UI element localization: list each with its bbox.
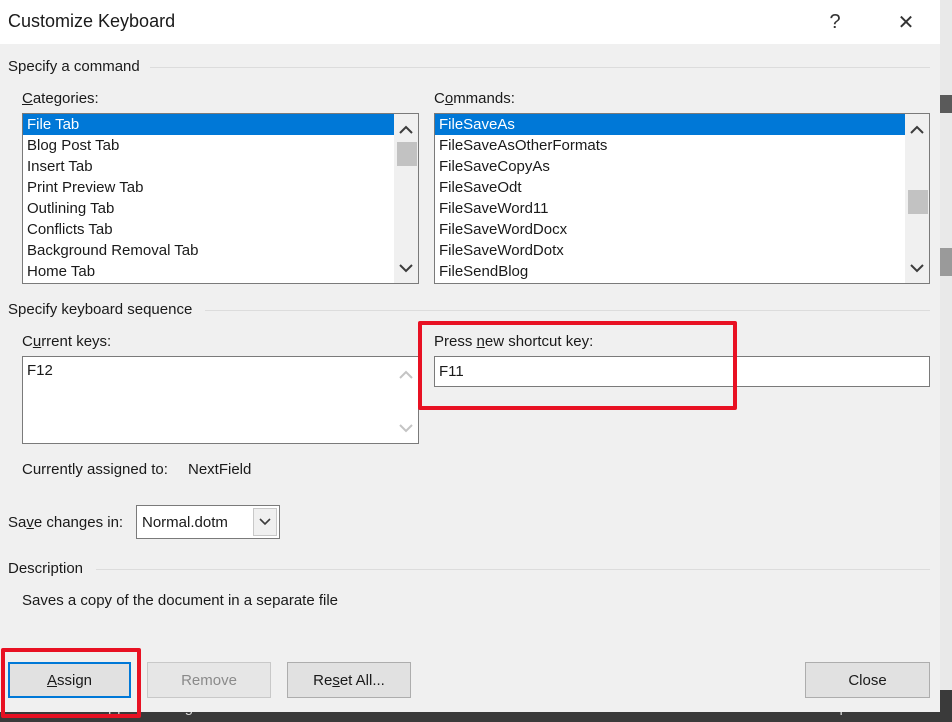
category-item[interactable]: Conflicts Tab <box>23 219 400 240</box>
reset-all-button-accel: s <box>332 671 340 689</box>
save-changes-label-text: e changes in: <box>33 514 124 531</box>
category-item[interactable]: File Tab <box>23 114 400 135</box>
current-keys-label-text: rrent keys: <box>41 333 112 350</box>
category-item[interactable]: Print Preview Tab <box>23 177 400 198</box>
categories-listbox[interactable]: File Tab Blog Post Tab Insert Tab Print Pre… <box>22 113 419 284</box>
categories-label-accel: C <box>22 90 33 107</box>
scroll-thumb[interactable] <box>397 142 417 166</box>
dialog-title: Customize Keyboard <box>8 11 176 31</box>
command-item[interactable]: FileSaveWordDotx <box>435 240 911 261</box>
current-keys-list: F12 <box>23 360 400 381</box>
close-button[interactable]: Close <box>805 662 930 698</box>
reset-all-button-text: et All... <box>339 671 385 689</box>
save-changes-label-text: Sa <box>8 514 27 531</box>
help-icon: ? <box>829 10 841 33</box>
currently-assigned-label: Currently assigned to: <box>22 461 168 478</box>
reset-all-button-text: Re <box>313 671 333 689</box>
highlight-new-shortcut <box>418 321 737 410</box>
current-keys-scrollbar <box>394 357 418 443</box>
current-key-item[interactable]: F12 <box>23 360 400 381</box>
category-item[interactable]: Background Removal Tab <box>23 240 400 261</box>
background-scroll-mark <box>940 95 952 113</box>
command-item[interactable]: FileSaveAs <box>435 114 911 135</box>
scroll-up-icon[interactable] <box>394 118 418 140</box>
command-item[interactable]: FileSendBlog <box>435 261 911 282</box>
save-changes-label-accel: v <box>26 514 34 531</box>
background-scroll-mark <box>940 248 952 276</box>
close-dialog-button[interactable]: ✕ <box>886 6 926 38</box>
description-text: Saves a copy of the document in a separa… <box>22 592 339 609</box>
group-label-specify-command: Specify a command <box>8 58 140 75</box>
current-keys-listbox[interactable]: F12 <box>22 356 419 444</box>
commands-label-text: C <box>434 90 445 107</box>
scroll-up-icon[interactable] <box>905 118 929 140</box>
commands-list: FileSaveAs FileSaveAsOtherFormats FileSave… <box>435 114 911 282</box>
command-item[interactable]: FileSaveAsOtherFormats <box>435 135 911 156</box>
title-bar: Customize Keyboard ? ✕ <box>0 0 940 44</box>
scroll-down-icon[interactable] <box>905 257 929 279</box>
categories-list: File Tab Blog Post Tab Insert Tab Print Pre… <box>23 114 400 282</box>
save-changes-dropdown[interactable]: Normal.dotm <box>136 505 280 539</box>
scroll-thumb[interactable] <box>908 190 928 214</box>
current-keys-label: Current keys: <box>22 333 111 350</box>
dropdown-toggle[interactable] <box>253 508 277 536</box>
scroll-up-icon <box>394 363 418 385</box>
close-icon: ✕ <box>897 11 915 34</box>
command-item[interactable]: FileSaveOdt <box>435 177 911 198</box>
commands-scrollbar[interactable] <box>905 114 929 283</box>
chevron-down-icon <box>259 518 271 526</box>
categories-scrollbar[interactable] <box>394 114 418 283</box>
reset-all-button[interactable]: Re s et All... <box>287 662 411 698</box>
category-item[interactable]: Insert Tab <box>23 156 400 177</box>
group-label-keyboard-sequence: Specify keyboard sequence <box>8 301 193 318</box>
save-changes-value: Normal.dotm <box>142 514 228 531</box>
category-item[interactable]: Outlining Tab <box>23 198 400 219</box>
current-keys-label-text: C <box>22 333 33 350</box>
remove-button[interactable]: Remove <box>147 662 271 698</box>
commands-label-accel: o <box>444 90 454 107</box>
current-keys-label-accel: u <box>32 333 42 350</box>
help-button[interactable]: ? <box>815 6 855 38</box>
command-item[interactable]: FileSaveCopyAs <box>435 156 911 177</box>
highlight-assign <box>1 648 141 718</box>
group-separator <box>96 569 930 570</box>
commands-listbox[interactable]: FileSaveAs FileSaveAsOtherFormats FileSave… <box>434 113 930 284</box>
group-separator <box>150 67 930 68</box>
category-item[interactable]: Home Tab <box>23 261 400 282</box>
categories-label: Categories: <box>22 90 99 107</box>
command-item[interactable]: FileSaveWordDocx <box>435 219 911 240</box>
save-changes-label: Save changes in: <box>8 514 123 531</box>
scroll-down-icon[interactable] <box>394 257 418 279</box>
group-label-description: Description <box>8 560 84 577</box>
scroll-down-icon <box>394 417 418 439</box>
category-item[interactable]: Blog Post Tab <box>23 135 400 156</box>
command-item[interactable]: FileSaveWord11 <box>435 198 911 219</box>
background-window-edge <box>940 0 952 690</box>
group-separator <box>205 310 930 311</box>
commands-label-text: mmands: <box>453 90 515 107</box>
commands-label: Commands: <box>434 90 515 107</box>
currently-assigned-value: NextField <box>188 461 252 478</box>
categories-label-text: ategories: <box>32 90 99 107</box>
